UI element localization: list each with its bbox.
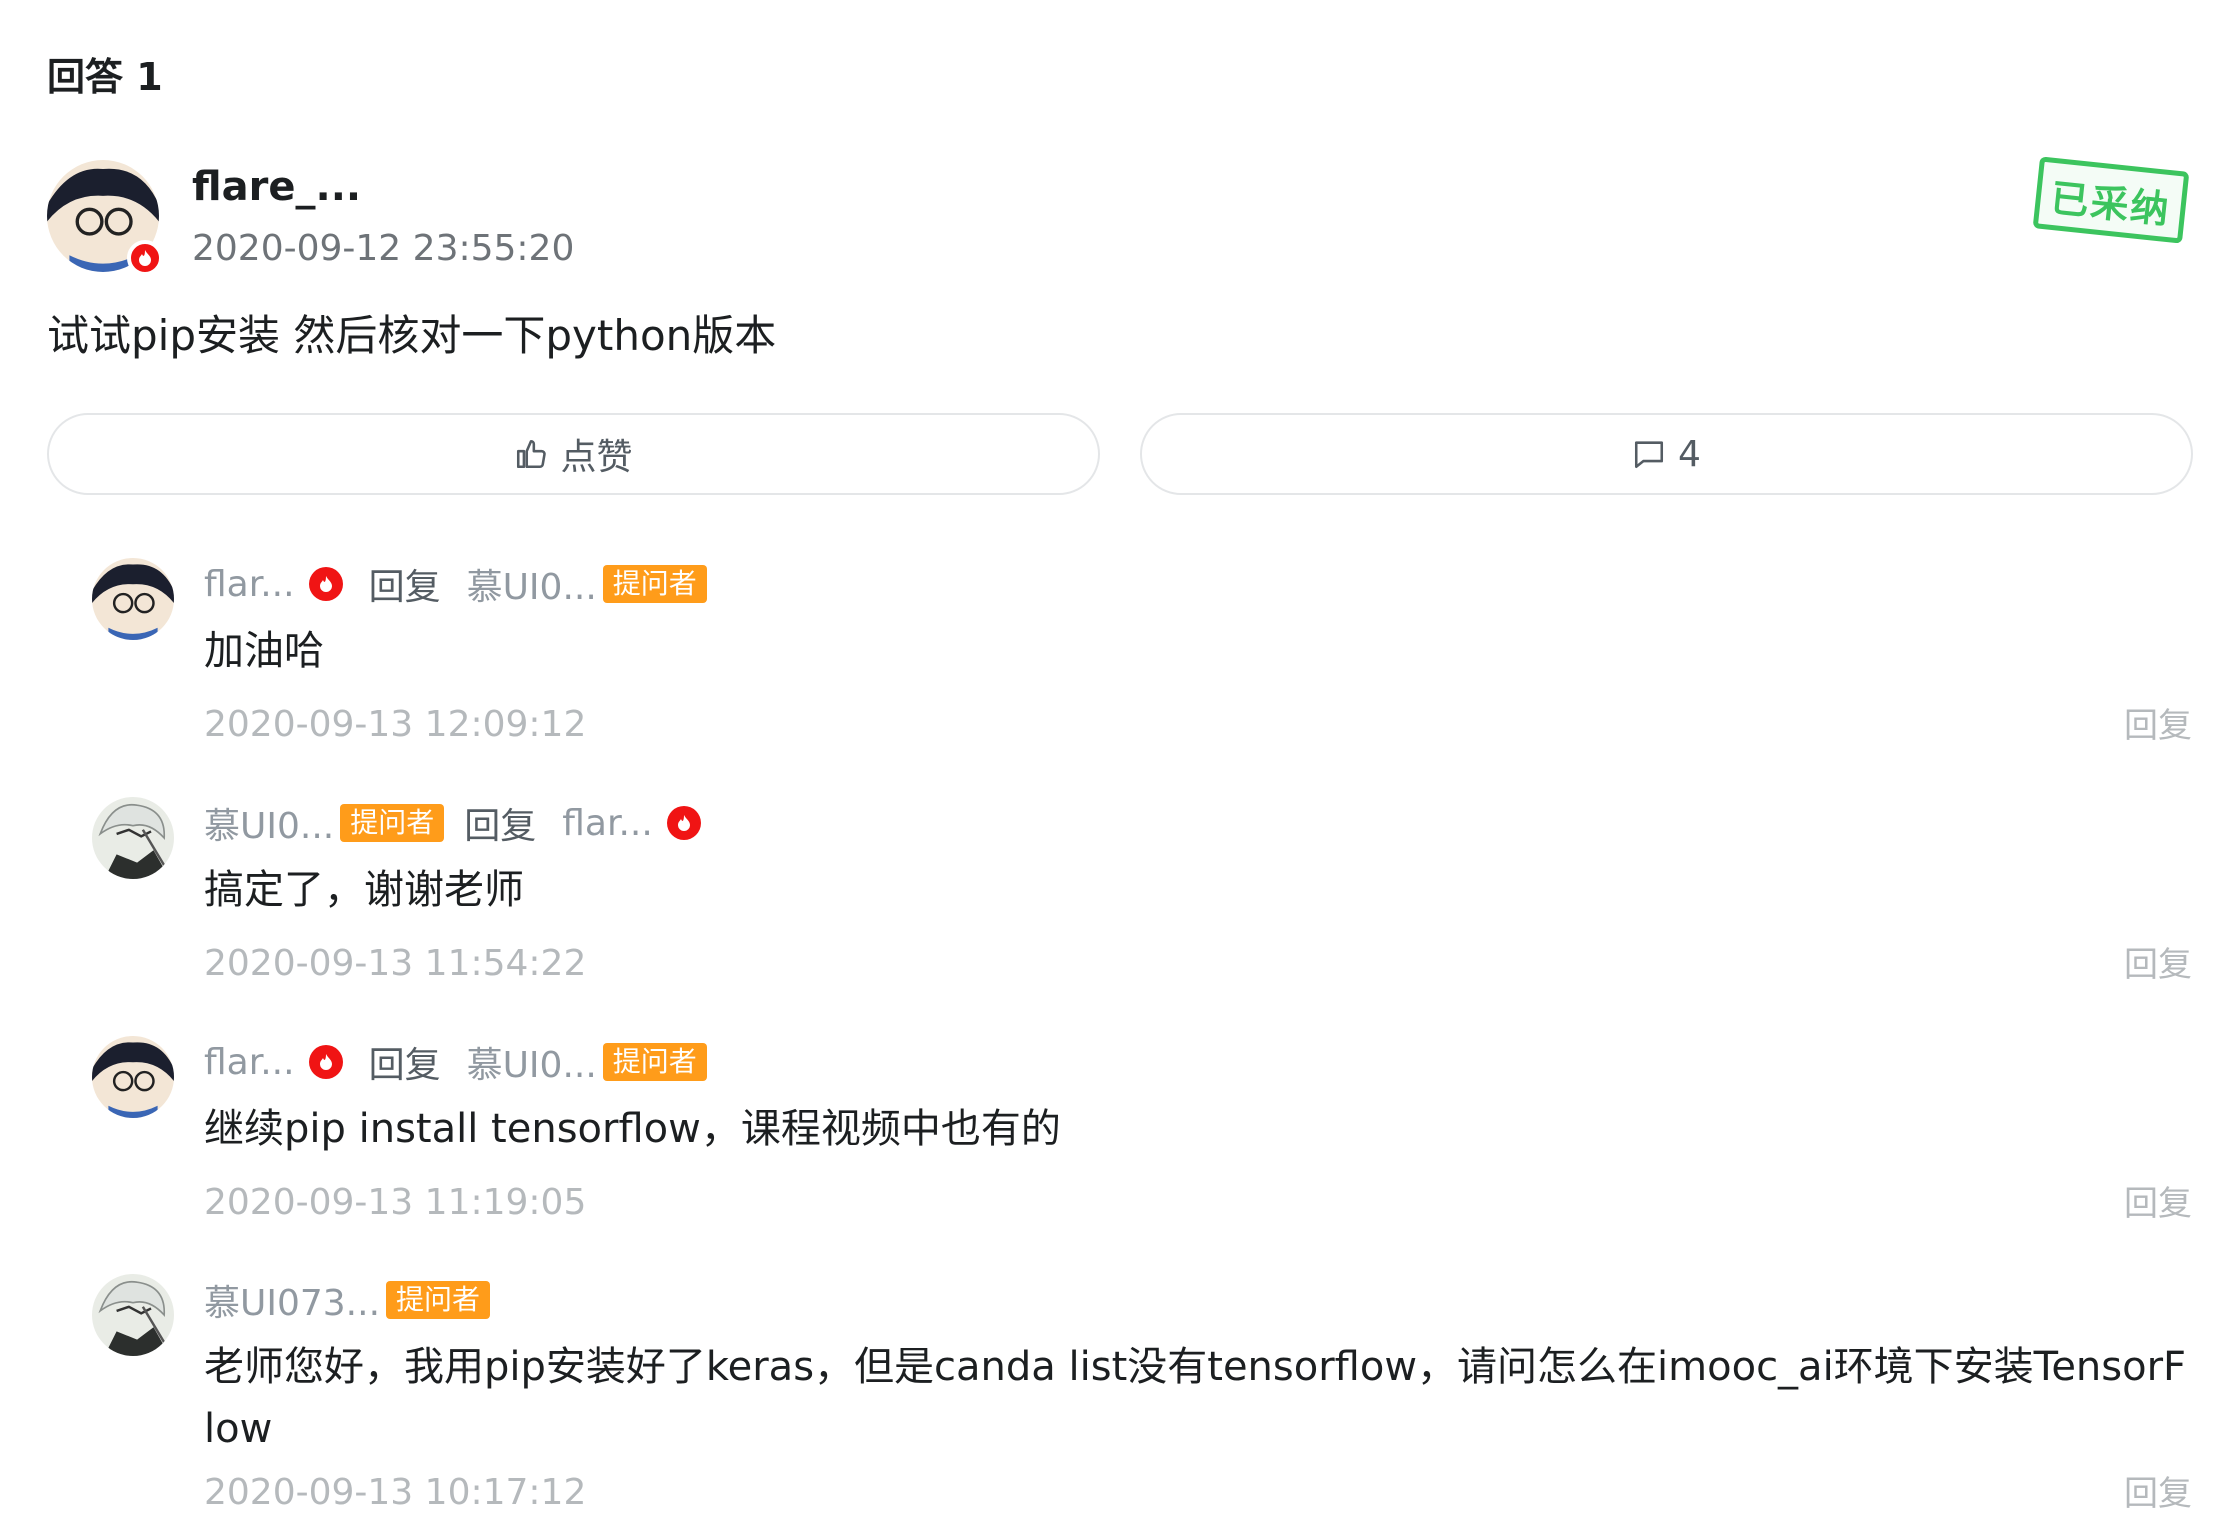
thumbs-up-icon — [517, 439, 547, 469]
hot-user-icon — [308, 567, 343, 601]
reply-from-name[interactable]: flar... — [204, 564, 295, 605]
reply-verb: 回复 — [464, 806, 537, 847]
reply-avatar[interactable] — [92, 558, 174, 640]
avatar-image — [92, 797, 174, 879]
asker-badge: 提问者 — [602, 565, 707, 603]
avatar-image — [92, 1036, 174, 1118]
reply-text: 继续pip install tensorflow，课程视频中也有的 — [204, 1106, 1061, 1152]
hot-user-icon — [308, 1045, 343, 1079]
section-title: 回答 1 — [47, 55, 163, 99]
reply-to-name[interactable]: flar... — [562, 803, 653, 844]
answer-page: 回答 1 flare_... 2020-09-12 23:55:20 已采纳 试… — [0, 0, 2224, 1522]
reply-header: flar... 回复 慕UI0... 提问者 — [204, 1038, 707, 1086]
reply-time: 2020-09-13 11:54:22 — [204, 943, 587, 984]
reply-text: 搞定了，谢谢老师 — [204, 867, 524, 913]
comment-button[interactable]: 4 — [1140, 413, 2193, 495]
answer-time: 2020-09-12 23:55:20 — [192, 228, 575, 269]
reply-to-name[interactable]: 慕UI0... — [467, 1036, 597, 1088]
reply-item: 慕UI073... 提问者 老师您好，我用pip安装好了keras，但是cand… — [92, 1274, 2192, 1514]
reply-time: 2020-09-13 10:17:12 — [204, 1472, 587, 1513]
hot-user-icon — [127, 240, 163, 276]
answer-content: 试试pip安装 然后核对一下python版本 — [47, 311, 777, 360]
reply-verb: 回复 — [368, 567, 441, 608]
reply-from-name[interactable]: 慕UI0... — [204, 797, 334, 849]
like-button[interactable]: 点赞 — [47, 413, 1100, 495]
reply-avatar[interactable] — [92, 1036, 174, 1118]
asker-badge: 提问者 — [340, 804, 445, 842]
reply-from-name[interactable]: flar... — [204, 1042, 295, 1083]
reply-button[interactable]: 回复 — [2124, 1176, 2192, 1225]
reply-header: 慕UI0... 提问者 回复 flar... — [204, 799, 701, 847]
reply-text: 加油哈 — [204, 628, 324, 674]
reply-avatar[interactable] — [92, 797, 174, 879]
comment-count: 4 — [1678, 433, 1701, 475]
reply-time: 2020-09-13 11:19:05 — [204, 1182, 587, 1223]
reply-time: 2020-09-13 12:09:12 — [204, 704, 587, 745]
like-label: 点赞 — [560, 437, 633, 478]
hot-user-icon — [666, 806, 701, 840]
asker-badge: 提问者 — [386, 1281, 491, 1319]
reply-item: flar... 回复 慕UI0... 提问者 继续pip install ten… — [92, 1036, 2192, 1226]
answer-author-avatar[interactable] — [47, 160, 163, 276]
reply-to-name[interactable]: 慕UI0... — [467, 558, 597, 610]
reply-avatar[interactable] — [92, 1274, 174, 1356]
asker-badge: 提问者 — [602, 1043, 707, 1081]
reply-item: flar... 回复 慕UI0... 提问者 加油哈 2020-09-13 12… — [92, 558, 2192, 748]
reply-button[interactable]: 回复 — [2124, 1466, 2192, 1515]
avatar-image — [92, 1274, 174, 1356]
answer-author-name[interactable]: flare_... — [192, 164, 361, 210]
adopted-stamp: 已采纳 — [2032, 156, 2190, 244]
avatar-image — [92, 558, 174, 640]
comment-icon — [1635, 441, 1664, 469]
reply-text: 老师您好，我用pip安装好了keras，但是canda list没有tensor… — [204, 1344, 2187, 1452]
reply-from-name[interactable]: 慕UI073... — [204, 1274, 380, 1326]
reply-header: flar... 回复 慕UI0... 提问者 — [204, 560, 707, 608]
reply-button[interactable]: 回复 — [2124, 937, 2192, 986]
reply-item: 慕UI0... 提问者 回复 flar... 搞定了，谢谢老师 2020-09-… — [92, 797, 2192, 987]
reply-verb: 回复 — [368, 1045, 441, 1086]
reply-header: 慕UI073... 提问者 — [204, 1274, 491, 1326]
reply-button[interactable]: 回复 — [2124, 698, 2192, 747]
